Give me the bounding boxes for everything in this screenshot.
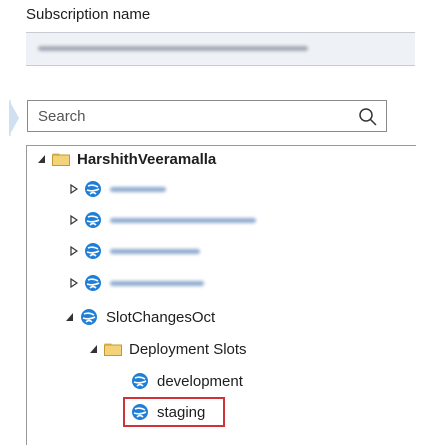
tree-item-app-redacted-1[interactable] [68,176,170,202]
collapse-arrow-icon[interactable] [88,343,100,355]
redacted-subscription-value [38,46,308,51]
panel-arrow-icon [9,100,19,136]
app-service-icon [85,275,101,291]
redacted-app-name [110,279,208,287]
subscription-label: Subscription name [26,6,151,23]
tree-item-label: Deployment Slots [129,340,247,358]
search-input[interactable] [38,106,338,126]
expand-arrow-icon[interactable] [68,277,80,289]
subscription-field[interactable] [26,32,415,66]
folder-icon [104,343,122,356]
tree-item-label: HarshithVeeramalla [77,150,217,168]
tree-item-app-redacted-3[interactable] [68,238,204,264]
expand-arrow-icon[interactable] [68,245,80,257]
tree-item-label: staging [157,403,206,421]
redacted-app-name [110,247,204,255]
tree-item-app-redacted-2[interactable] [68,207,260,233]
app-service-icon [132,404,148,420]
tree-item-root[interactable]: HarshithVeeramalla [36,146,216,172]
app-service-icon [85,181,101,197]
app-service-icon [132,373,148,389]
app-service-icon [85,243,101,259]
collapse-arrow-icon[interactable] [64,311,76,323]
tree-item-slot-development[interactable]: development [131,368,243,394]
collapse-arrow-icon[interactable] [36,153,48,165]
redacted-app-name [110,185,170,193]
search-box[interactable] [27,100,387,132]
tree-item-slotchangesoct[interactable]: SlotChangesOct [64,304,215,330]
app-service-icon [85,212,101,228]
search-icon[interactable] [358,107,378,127]
redacted-app-name [110,216,260,224]
tree-item-app-redacted-4[interactable] [68,270,208,296]
tree-item-slot-staging[interactable]: staging [131,399,205,425]
tree-item-label: development [157,372,243,390]
tree-item-deployment-slots[interactable]: Deployment Slots [88,336,247,362]
expand-arrow-icon[interactable] [68,214,80,226]
tree-item-label: SlotChangesOct [106,308,216,326]
expand-arrow-icon[interactable] [68,183,80,195]
app-service-icon [81,309,97,325]
folder-icon [52,153,70,166]
